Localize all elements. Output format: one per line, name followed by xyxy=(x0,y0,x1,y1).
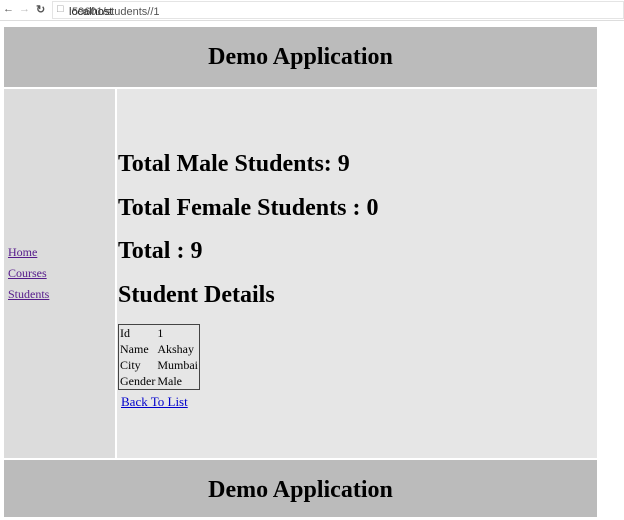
browser-toolbar: ← → ↻ □ localhost:59601/students//1 xyxy=(0,0,624,21)
table-row: Gender Male xyxy=(119,373,199,389)
field-label: Name xyxy=(120,342,149,356)
field-value: 1 xyxy=(157,326,164,340)
url-path: :59601/students//1 xyxy=(69,6,160,18)
field-value: Mumbai xyxy=(157,358,198,372)
address-bar[interactable]: □ localhost:59601/students//1 xyxy=(52,1,624,19)
forward-icon[interactable]: → xyxy=(19,3,30,15)
table-row: City Mumbai xyxy=(119,357,199,373)
table-row: Id 1 xyxy=(119,325,199,341)
female-count: Total Female Students : 0 xyxy=(118,195,379,221)
field-label: Gender xyxy=(120,374,156,388)
page-footer: Demo Application xyxy=(4,460,597,517)
total-count: Total : 9 xyxy=(118,238,203,264)
field-value: Akshay xyxy=(157,342,194,356)
field-label: Id xyxy=(120,326,130,340)
sidebar-link-home[interactable]: Home xyxy=(8,245,37,260)
sidebar-link-students[interactable]: Students xyxy=(8,287,49,302)
student-details-table: Id 1 Name Akshay City Mumbai Gender Male xyxy=(118,324,200,390)
main-content: Total Male Students: 9 Total Female Stud… xyxy=(117,89,597,458)
sidebar: Home Courses Students xyxy=(4,89,115,458)
back-to-list-link[interactable]: Back To List xyxy=(121,394,188,410)
sidebar-link-courses[interactable]: Courses xyxy=(8,266,47,281)
back-icon[interactable]: ← xyxy=(3,3,14,15)
field-label: City xyxy=(120,358,141,372)
details-title: Student Details xyxy=(118,282,275,308)
male-count: Total Male Students: 9 xyxy=(118,151,350,177)
reload-icon[interactable]: ↻ xyxy=(36,3,45,16)
page-header: Demo Application xyxy=(4,27,597,87)
table-row: Name Akshay xyxy=(119,341,199,357)
field-value: Male xyxy=(157,374,182,388)
page-icon: □ xyxy=(57,3,64,15)
